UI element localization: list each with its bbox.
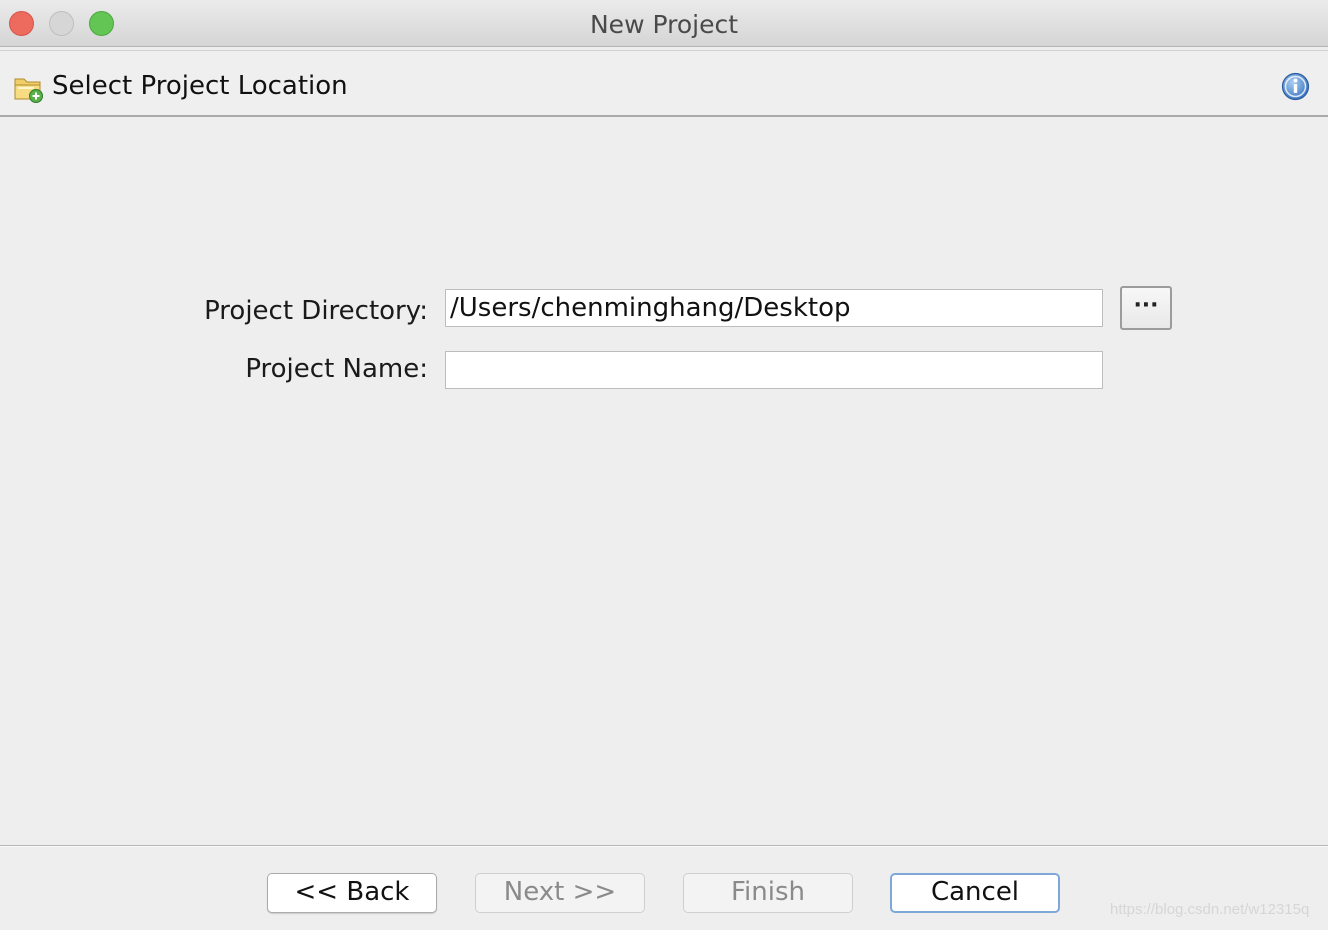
back-button[interactable]: << Back: [267, 873, 437, 913]
browse-directory-button[interactable]: ···: [1120, 286, 1172, 330]
info-icon[interactable]: [1281, 72, 1310, 101]
window-title: New Project: [589, 10, 738, 39]
next-button[interactable]: Next >>: [475, 873, 645, 913]
step-title: Select Project Location: [52, 71, 348, 101]
finish-button[interactable]: Finish: [683, 873, 853, 913]
new-project-window: New Project Select Project Location Proj…: [0, 0, 1328, 930]
folder-add-icon: [14, 75, 44, 103]
project-directory-label: Project Directory:: [204, 296, 428, 326]
project-name-field[interactable]: [445, 351, 1103, 389]
cancel-button[interactable]: Cancel: [890, 873, 1060, 913]
wizard-header: Select Project Location: [0, 50, 1328, 117]
project-name-label: Project Name:: [245, 354, 428, 384]
title-bar[interactable]: New Project: [0, 0, 1328, 47]
watermark-text: https://blog.csdn.net/w12315q: [1110, 901, 1310, 918]
footer-divider: [0, 845, 1328, 847]
project-directory-field[interactable]: [445, 289, 1103, 327]
